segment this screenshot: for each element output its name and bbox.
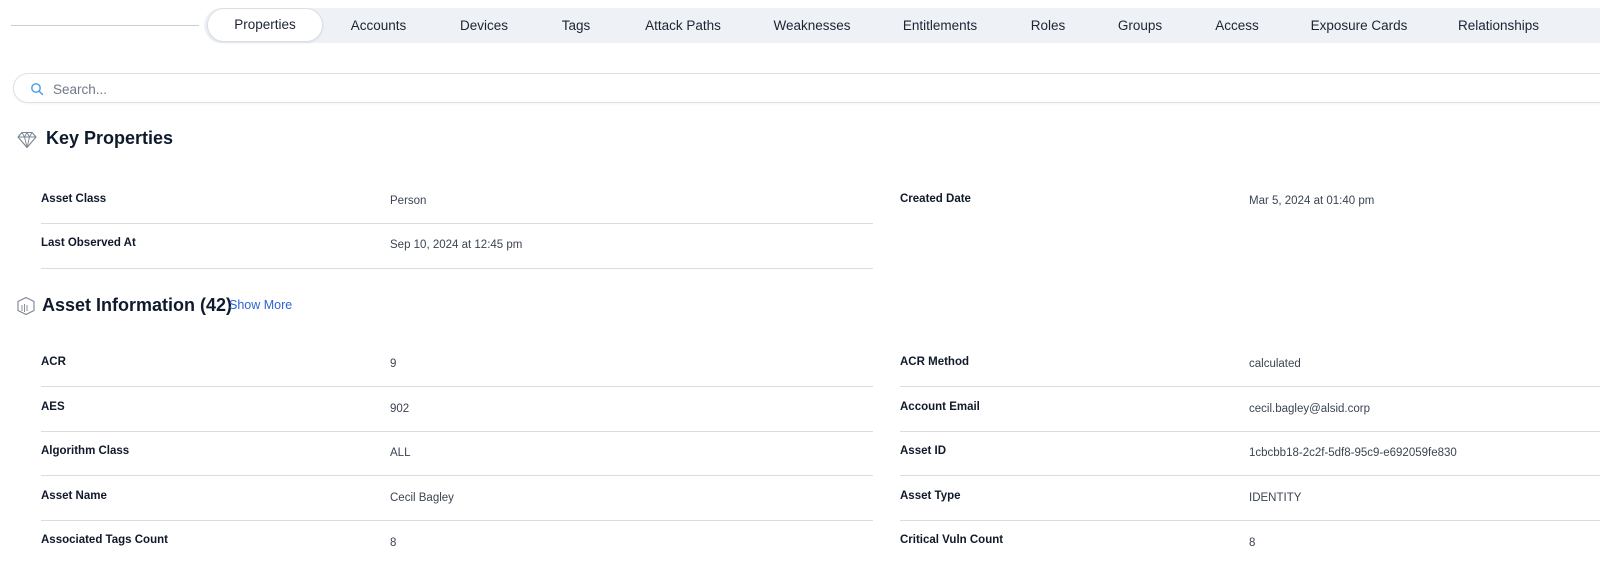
property-label: Asset Type: [900, 490, 961, 502]
property-label: Asset Name: [41, 490, 107, 502]
tab-properties[interactable]: Properties: [207, 8, 323, 42]
property-label: Created Date: [900, 193, 971, 205]
tab-entitlements[interactable]: Entitlements: [884, 9, 996, 42]
asset-information-title: Asset Information (42): [42, 295, 233, 315]
property-value: cecil.bagley@alsid.corp: [1249, 403, 1370, 415]
property-value: 8: [390, 537, 397, 549]
row-divider: [900, 431, 1600, 432]
property-label: ACR Method: [900, 356, 969, 368]
tab-exposure-cards[interactable]: Exposure Cards: [1298, 9, 1420, 42]
property-value: 8: [1249, 537, 1256, 549]
header-divider: [11, 25, 199, 26]
show-more-link[interactable]: Show More: [229, 298, 292, 312]
row-divider: [900, 475, 1600, 476]
property-value: Mar 5, 2024 at 01:40 pm: [1249, 195, 1375, 207]
property-value: calculated: [1249, 358, 1301, 370]
property-label: Last Observed At: [41, 237, 136, 249]
property-label: Asset ID: [900, 445, 947, 457]
tab-accounts[interactable]: Accounts: [330, 9, 427, 42]
tab-access[interactable]: Access: [1201, 9, 1273, 42]
row-divider: [900, 386, 1600, 387]
row-divider: [41, 520, 873, 521]
search-icon: [31, 83, 44, 96]
property-value: Sep 10, 2024 at 12:45 pm: [390, 239, 523, 251]
property-value: Cecil Bagley: [390, 492, 454, 504]
row-divider: [41, 475, 873, 476]
search-box[interactable]: [13, 73, 1600, 103]
property-value: 902: [390, 403, 410, 415]
tab-roles[interactable]: Roles: [1016, 9, 1080, 42]
tab-attack-paths[interactable]: Attack Paths: [628, 9, 738, 42]
key-properties-title: Key Properties: [46, 128, 174, 148]
property-value: 1cbcbb18-2c2f-5df8-95c9-e692059fe830: [1249, 447, 1457, 459]
property-label: Algorithm Class: [41, 445, 130, 457]
diamond-icon: [17, 131, 37, 149]
tab-tags[interactable]: Tags: [546, 9, 606, 42]
tab-relationships[interactable]: Relationships: [1440, 9, 1557, 42]
property-label: Associated Tags Count: [41, 534, 168, 546]
row-divider: [41, 431, 873, 432]
property-label: ACR: [41, 356, 66, 368]
property-label: Asset Class: [41, 193, 107, 205]
cube-icon: [17, 296, 35, 316]
tab-weaknesses[interactable]: Weaknesses: [757, 9, 867, 42]
property-value: Person: [390, 195, 427, 207]
row-divider: [41, 223, 873, 224]
property-label: Critical Vuln Count: [900, 534, 1004, 546]
tab-devices[interactable]: Devices: [442, 9, 526, 42]
property-label: AES: [41, 401, 65, 413]
property-label: Account Email: [900, 401, 980, 413]
property-value: ALL: [390, 447, 411, 459]
property-value: IDENTITY: [1249, 492, 1302, 504]
property-value: 9: [390, 358, 397, 370]
row-divider: [41, 386, 873, 387]
row-divider: [41, 268, 873, 269]
tab-groups[interactable]: Groups: [1106, 9, 1174, 42]
search-input[interactable]: [51, 78, 655, 100]
row-divider: [900, 520, 1600, 521]
